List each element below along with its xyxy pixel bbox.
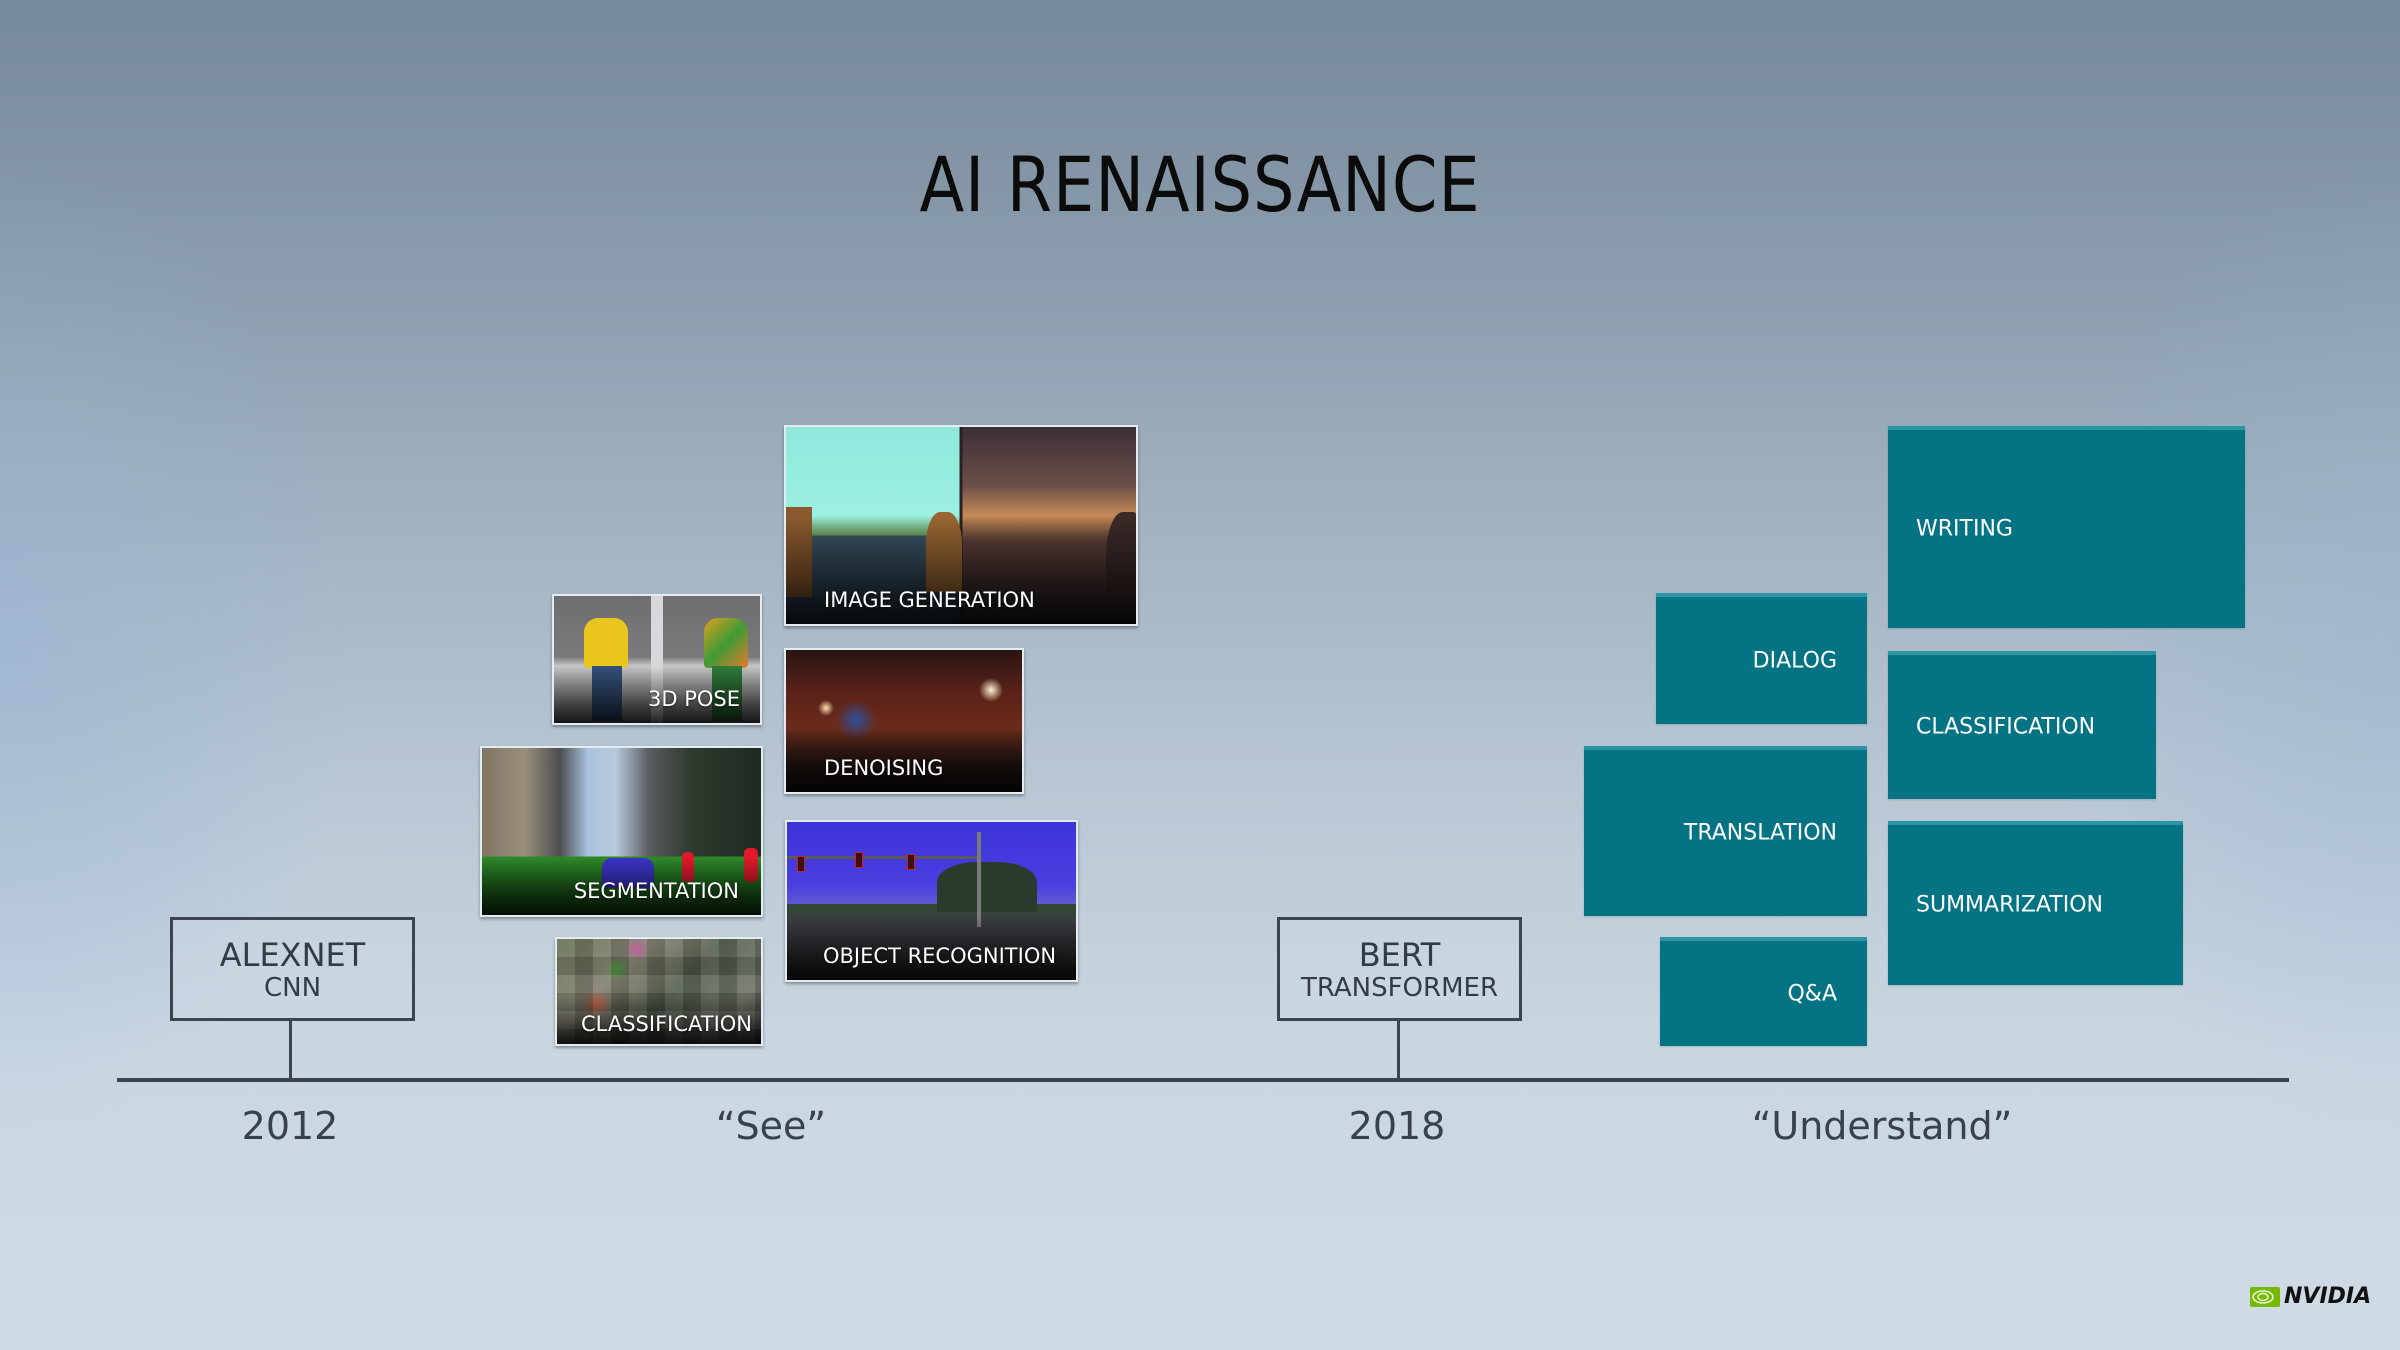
milestone-alexnet: ALEXNET CNN [170, 917, 415, 1021]
traffic-light [907, 854, 915, 870]
tile-writing: WRITING [1888, 426, 2245, 628]
thumb-denoising: DENOISING [784, 648, 1024, 794]
tile-label: SUMMARIZATION [1916, 892, 2103, 918]
milestone-name: ALEXNET [219, 936, 366, 974]
timeline-label-see: “See” [715, 1104, 827, 1148]
tile-label: TRANSLATION [1683, 820, 1837, 846]
traffic-light [855, 852, 863, 868]
tile-classification: CLASSIFICATION [1888, 651, 2156, 799]
slide-title: AI RENAISSANCE [919, 140, 1481, 229]
thumb-3d-pose: 3D POSE [552, 594, 762, 725]
tile-summarization: SUMMARIZATION [1888, 821, 2183, 985]
tile-qa: Q&A [1660, 937, 1867, 1046]
thumb-caption: 3D POSE [648, 687, 740, 711]
person-right [704, 618, 748, 668]
milestone-stem [1397, 1021, 1400, 1079]
milestone-name: BERT [1358, 936, 1441, 974]
tile-label: Q&A [1787, 981, 1837, 1006]
nvidia-wordmark: NVIDIA [2284, 1284, 2372, 1309]
thumb-caption: OBJECT RECOGNITION [823, 944, 1057, 968]
milestone-stem [289, 1021, 292, 1079]
traffic-light [797, 856, 805, 872]
thumb-image-generation: IMAGE GENERATION [784, 425, 1138, 626]
tile-dialog: DIALOG [1656, 593, 1867, 724]
thumb-caption: CLASSIFICATION [581, 1012, 752, 1036]
tile-translation: TRANSLATION [1584, 746, 1867, 916]
tile-label: WRITING [1916, 516, 2013, 542]
milestone-bert: BERT TRANSFORMER [1277, 917, 1522, 1021]
timeline-label-2012: 2012 [241, 1104, 339, 1148]
tile-label: CLASSIFICATION [1916, 714, 2096, 740]
thumb-classification: CLASSIFICATION [555, 937, 763, 1046]
thumb-caption: IMAGE GENERATION [824, 588, 1035, 612]
nvidia-eye-icon [2250, 1286, 2280, 1307]
milestone-subtitle: TRANSFORMER [1300, 973, 1499, 1003]
thumb-object-recognition: OBJECT RECOGNITION [785, 820, 1078, 982]
thumb-segmentation: SEGMENTATION [480, 746, 763, 917]
milestone-subtitle: CNN [263, 973, 322, 1003]
person-left [584, 618, 628, 668]
timeline-axis [117, 1078, 2289, 1082]
thumb-caption: DENOISING [824, 756, 944, 780]
timeline-label-understand: “Understand” [1751, 1104, 2013, 1148]
thumb-caption: SEGMENTATION [573, 879, 739, 903]
nvidia-logo: NVIDIA [2250, 1284, 2371, 1309]
tile-label: DIALOG [1752, 648, 1837, 673]
timeline-label-2018: 2018 [1348, 1104, 1446, 1148]
